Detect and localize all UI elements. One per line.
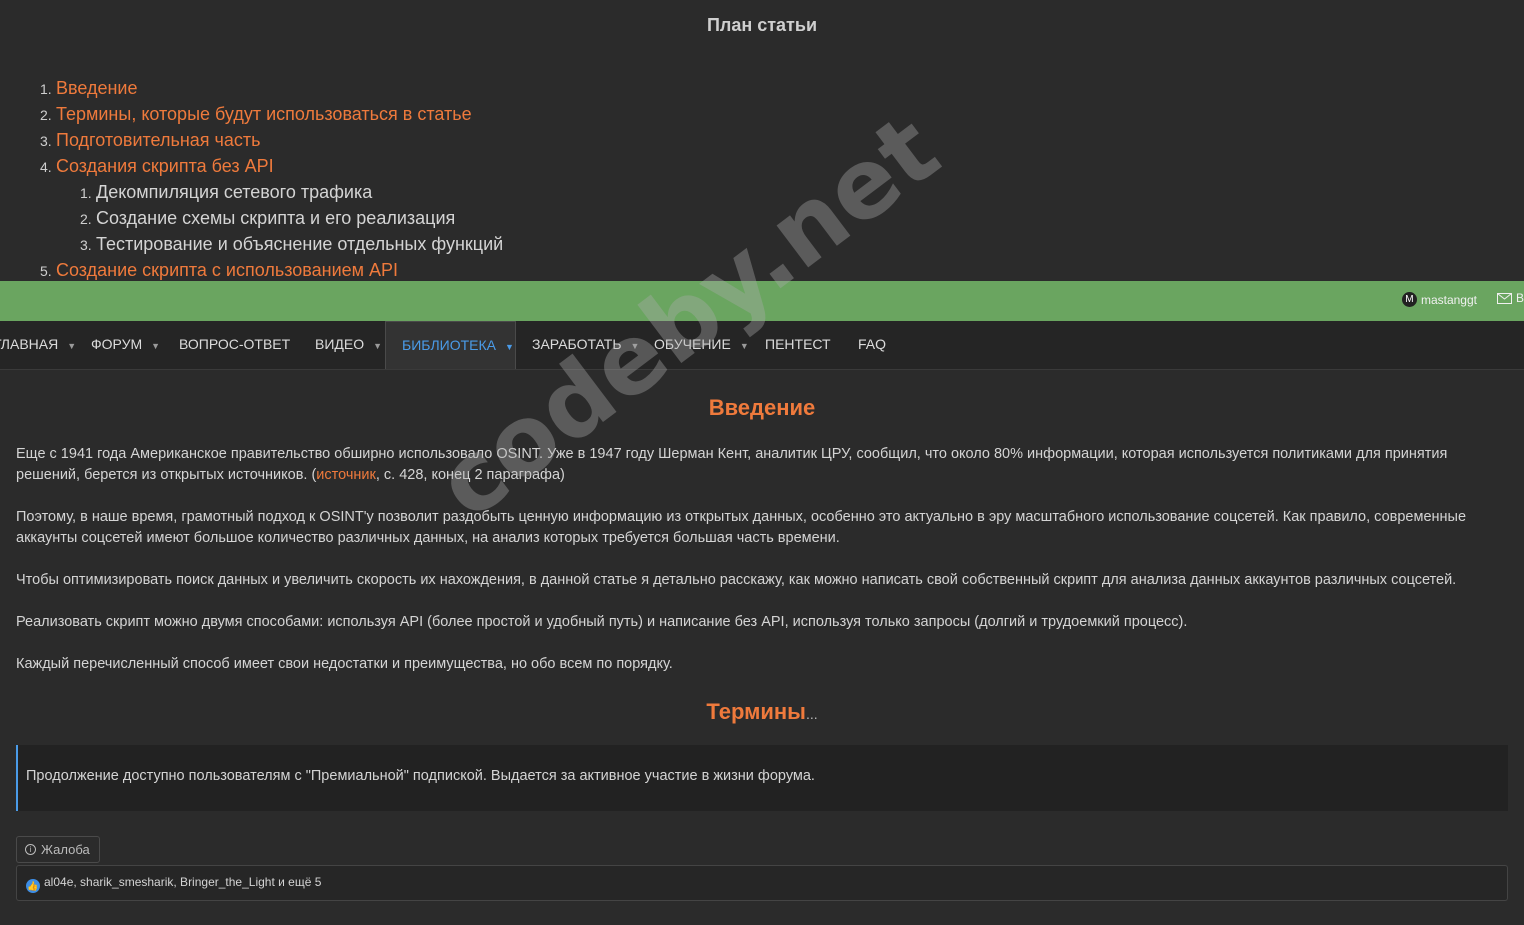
source-link[interactable]: источник (316, 467, 376, 483)
avatar: M (1401, 292, 1417, 307)
caret-down-icon[interactable]: ▼ (631, 341, 640, 351)
user-menu[interactable]: M mastanggt (1401, 292, 1477, 307)
top-user-bar: M mastanggt В (0, 281, 1524, 321)
info-icon: i (25, 844, 36, 855)
caret-down-icon[interactable]: ▼ (67, 341, 76, 351)
toc-item-3[interactable]: 3. Подготовительная часть (40, 128, 503, 154)
toc-link[interactable]: Создания скрипта без API (56, 156, 274, 176)
caret-down-icon[interactable]: ▼ (505, 342, 514, 352)
paragraph-3: Чтобы оптимизировать поиск данных и увел… (16, 572, 1457, 588)
paragraph-4: Реализовать скрипт можно двумя способами… (16, 614, 1188, 630)
nav-item-learning[interactable]: ОБУЧЕНИЕ ▼ (654, 321, 749, 369)
nav-item-pentest[interactable]: ПЕНТЕСТ (765, 321, 831, 369)
caret-down-icon[interactable]: ▼ (740, 341, 749, 351)
nav-item-qa[interactable]: ВОПРОС-ОТВЕТ (179, 321, 290, 369)
toc-subitem-1: 1. Декомпиляция сетевого трафика (80, 182, 373, 202)
toc-subitem-2: 2. Создание схемы скрипта и его реализаци… (80, 208, 456, 228)
toc-link[interactable]: Введение (56, 78, 138, 98)
nav-item-library[interactable]: БИБЛИОТЕКА ▼ (385, 321, 516, 369)
paragraph-5: Каждый перечисленный способ имеет свои н… (16, 656, 673, 672)
toc-link[interactable]: Создание скрипта с использованием API (56, 260, 398, 280)
premium-notice: Продолжение доступно пользователям с "Пр… (16, 745, 1508, 811)
nav-item-video[interactable]: ВИДЕО ▼ (315, 321, 382, 369)
toc-subitem-3: 3. Тестирование и объяснение отдельных фу… (80, 234, 504, 254)
toc-item-1[interactable]: 1. Введение (40, 76, 503, 102)
username: mastanggt (1420, 292, 1477, 307)
inbox-link[interactable]: В (1496, 291, 1524, 305)
main-navigation: ГЛАВНАЯ ▼ ФОРУМ ▼ ВОПРОС-ОТВЕТ ВИДЕО ▼ БИБЛ… (0, 321, 1524, 370)
caret-down-icon[interactable]: ▼ (151, 341, 160, 351)
like-icon: 👍 (26, 879, 40, 893)
intro-heading: Введение (708, 395, 816, 420)
nav-item-faq[interactable]: FAQ (858, 321, 886, 369)
table-of-contents: 1. Введение 2. Термины, которые будут испо… (40, 76, 503, 284)
caret-down-icon[interactable]: ▼ (373, 341, 382, 351)
reactions-bar[interactable]: 👍 al04e, sharik_smesharik, Bringer_the_L… (16, 865, 1508, 901)
toc-link[interactable]: Термины, которые будут использоваться в … (56, 104, 472, 124)
toc-link[interactable]: Подготовительная часть (56, 130, 261, 150)
envelope-icon (1496, 292, 1512, 304)
report-button[interactable]: i Жалоба (16, 836, 100, 863)
nav-item-earn[interactable]: ЗАРАБОТАТЬ ▼ (532, 321, 639, 369)
toc-item-2[interactable]: 2. Термины, которые будут использоваться … (40, 102, 503, 128)
toc-item-4[interactable]: 4. Создания скрипта без API (40, 154, 503, 180)
terms-heading: Термины... (706, 699, 818, 724)
nav-item-home[interactable]: ГЛАВНАЯ ▼ (0, 321, 76, 369)
plan-title: План статьи (706, 15, 818, 35)
paragraph-2: Поэтому, в наше время, грамотный подход … (16, 509, 1467, 546)
nav-item-forum[interactable]: ФОРУМ ▼ (91, 321, 160, 369)
reactions-list[interactable]: al04e, sharik_smesharik, Bringer_the_Lig… (44, 875, 321, 900)
paragraph-1: Еще с 1941 года Американское правительст… (16, 446, 1448, 483)
